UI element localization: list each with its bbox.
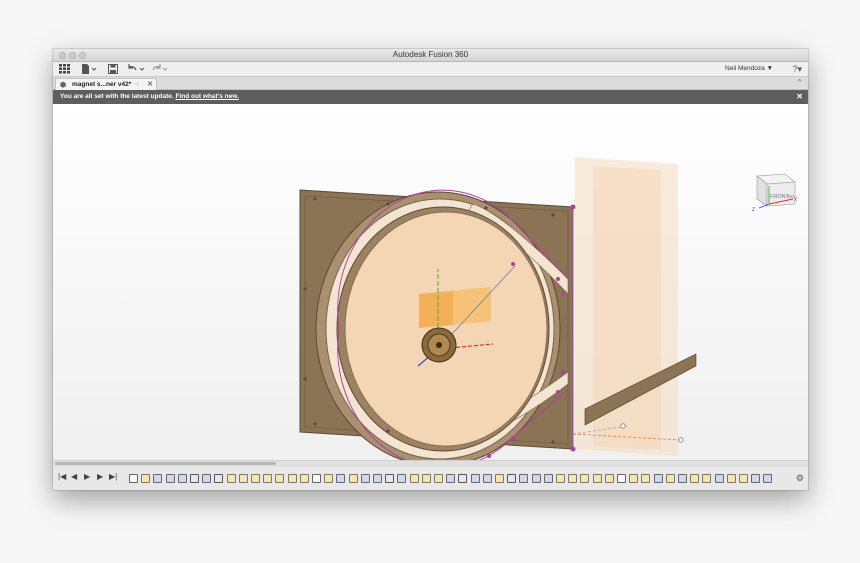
close-banner-button[interactable]: ✕ <box>796 92 803 101</box>
design-canvas[interactable]: FRONT SID X Z <box>53 104 808 469</box>
dimension-handle[interactable] <box>620 423 626 429</box>
timeline-feature-body[interactable] <box>519 474 529 483</box>
timeline-feature-body[interactable] <box>714 474 724 483</box>
timeline-feature-sketch[interactable] <box>568 474 578 483</box>
timeline-feature-sketch[interactable] <box>604 474 614 483</box>
document-tab-bar: ⬢ magnet s...ner v42* ○ ✕ ⌃ <box>53 77 808 90</box>
timeline-feature-sketch[interactable] <box>238 474 248 483</box>
timeline-feature-body[interactable] <box>531 474 541 483</box>
origin-box-front <box>419 291 453 328</box>
timeline-feature-sketch[interactable] <box>263 474 273 483</box>
save-icon[interactable] <box>108 64 118 77</box>
timeline-feature-sketch[interactable] <box>495 474 504 483</box>
timeline-feature-move[interactable] <box>214 474 224 483</box>
timeline-feature-body[interactable] <box>360 474 370 483</box>
timeline-feature-move[interactable] <box>507 474 517 483</box>
timeline-feature-sketch[interactable] <box>665 474 675 483</box>
timeline-feature-sketch[interactable] <box>739 474 748 483</box>
timeline-feature-sketch[interactable] <box>409 474 419 483</box>
window-title: Autodesk Fusion 360 <box>392 50 469 59</box>
timeline-feature-body[interactable] <box>653 474 663 483</box>
timeline-feature-sketch[interactable] <box>324 474 334 483</box>
timeline-feature-move[interactable] <box>190 474 199 483</box>
document-tab[interactable]: ⬢ magnet s...ner v42* ○ ✕ <box>55 78 157 90</box>
timeline-feature-sketch[interactable] <box>421 474 431 483</box>
help-icon[interactable]: ?▾ <box>792 64 802 75</box>
undo-icon[interactable] <box>128 64 146 77</box>
user-menu[interactable]: Neil Mendoza ▼ <box>725 65 773 72</box>
title-bar: Autodesk Fusion 360 <box>53 49 808 62</box>
timeline-feature-sketch[interactable] <box>348 474 358 483</box>
application-toolbar: Neil Mendoza ▼ ?▾ <box>53 62 808 77</box>
timeline-first-button[interactable]: |◀ <box>58 472 66 481</box>
timeline-feature-sketch[interactable] <box>226 474 236 483</box>
hub-center <box>436 342 442 348</box>
timeline-feature-sketch[interactable] <box>592 474 602 483</box>
timeline-feature-sketch[interactable] <box>141 474 151 483</box>
timeline-feature-body[interactable] <box>763 474 773 483</box>
close-tab-button[interactable]: ✕ <box>147 80 153 88</box>
timeline-play-button[interactable]: ▶ <box>84 472 90 481</box>
timeline-feature-box[interactable] <box>312 474 321 483</box>
timeline-feature-body[interactable] <box>751 474 761 483</box>
whats-new-link[interactable]: Find out what's new. <box>175 93 238 100</box>
origin-box-side <box>453 287 491 325</box>
timeline-feature-sketch[interactable] <box>275 474 285 483</box>
timeline-scroll-thumb[interactable] <box>55 462 276 465</box>
timeline-feature-sketch[interactable] <box>299 474 309 483</box>
viewcube[interactable]: FRONT SID X Z <box>752 173 798 213</box>
timeline-feature-body[interactable] <box>373 474 382 483</box>
timeline-feature-body[interactable] <box>202 474 212 483</box>
banner-message: You are all set with the latest update. <box>60 93 174 100</box>
timeline-feature-body[interactable] <box>482 474 492 483</box>
viewcube-z-label: Z <box>752 207 755 213</box>
redo-icon[interactable] <box>151 64 169 77</box>
timeline-feature-sketch[interactable] <box>702 474 712 483</box>
timeline-feature-sketch[interactable] <box>251 474 260 483</box>
timeline-feature-body[interactable] <box>153 474 163 483</box>
timeline-feature-sketch[interactable] <box>629 474 639 483</box>
timeline-feature-sketch[interactable] <box>641 474 651 483</box>
app-window: Autodesk Fusion 360 Neil Mendoza ▼ ?▾ ⬢ … <box>53 49 808 490</box>
grid-icon[interactable] <box>59 64 70 77</box>
timeline-feature-body[interactable] <box>336 474 346 483</box>
timeline-feature-body[interactable] <box>446 474 456 483</box>
timeline-feature-sketch[interactable] <box>556 474 565 483</box>
timeline-feature-sketch[interactable] <box>690 474 700 483</box>
model-viewport[interactable]: FRONT SID X Z <box>53 104 808 469</box>
timeline-feature-body[interactable] <box>165 474 175 483</box>
timeline-next-button[interactable]: ▶ <box>97 472 103 481</box>
document-tab-label: magnet s...ner v42* <box>72 81 132 88</box>
gear-icon[interactable]: ⚙ <box>796 473 804 484</box>
timeline-feature-body[interactable] <box>177 474 187 483</box>
part-cube-icon: ⬢ <box>60 82 67 89</box>
timeline-feature-body[interactable] <box>397 474 407 483</box>
timeline-feature-sketch[interactable] <box>726 474 736 483</box>
save-status-icon: ○ <box>135 81 139 88</box>
timeline-feature-sketch[interactable] <box>434 474 443 483</box>
timeline-bar: |◀ ◀ ▶ ▶ ▶| ⚙ <box>53 467 808 490</box>
timeline-feature-sketch[interactable] <box>580 474 590 483</box>
timeline-feature-box[interactable] <box>617 474 626 483</box>
file-icon[interactable] <box>81 64 97 77</box>
timeline-scrollbar[interactable] <box>53 460 808 467</box>
dimension-handle-end[interactable] <box>678 437 684 443</box>
timeline-feature-body[interactable] <box>678 474 687 483</box>
chevron-up-icon[interactable]: ⌃ <box>796 78 803 87</box>
timeline-feature-move[interactable] <box>458 474 468 483</box>
timeline-last-button[interactable]: ▶| <box>109 472 117 481</box>
timeline-feature-body[interactable] <box>470 474 480 483</box>
update-banner: You are all set with the latest update. … <box>53 90 808 104</box>
timeline-feature-move[interactable] <box>385 474 395 483</box>
timeline-feature-box[interactable] <box>129 474 138 483</box>
timeline-prev-button[interactable]: ◀ <box>71 472 77 481</box>
timeline-feature-sketch[interactable] <box>287 474 297 483</box>
viewcube-x-label: X <box>794 197 798 203</box>
timeline-feature-body[interactable] <box>543 474 553 483</box>
